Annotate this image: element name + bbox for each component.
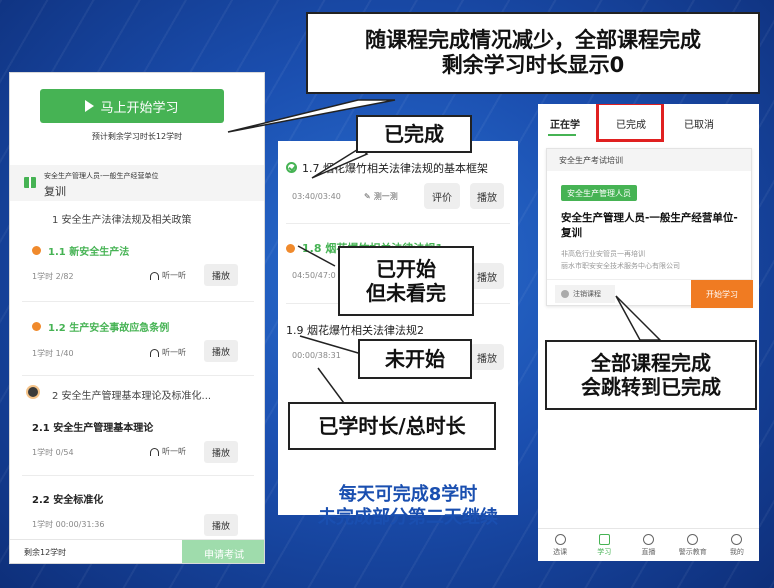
tab-cancelled[interactable]: 已取消 bbox=[684, 116, 714, 131]
lesson-list-panel: 1.7 烟花爆竹相关法律法规的基本框架 03:40/03:40 ✎ 测一测 评价 … bbox=[278, 141, 518, 515]
cancel-course-button[interactable]: 注销课程 bbox=[555, 285, 615, 303]
chapter-2-title[interactable]: 2 安全生产管理基本理论及标准化... bbox=[52, 387, 211, 402]
lesson-1-7-test[interactable]: ✎ 测一测 bbox=[364, 191, 398, 202]
nav-mine[interactable]: 我的 bbox=[715, 529, 759, 561]
active-tab-indicator bbox=[548, 134, 576, 136]
course-tag: 安全生产管理人员 bbox=[561, 185, 637, 201]
daily-limit-caption: 每天可完成8学时 未完成部分第二天继续 bbox=[318, 484, 498, 528]
bottom-bar: 剩余12学时 申请考试 bbox=[10, 539, 264, 563]
divider bbox=[286, 223, 510, 224]
course-section-title: 安全生产管理人员-一般生产经营单位 bbox=[44, 172, 159, 180]
apply-exam-button[interactable]: 申请考试 bbox=[182, 540, 264, 563]
course-card[interactable]: 安全生产考试培训 安全生产管理人员 安全生产管理人员-一般生产经营单位-复训 非… bbox=[546, 148, 753, 308]
lesson-1-1-meta: 1学时 2/82 bbox=[32, 272, 74, 281]
course-section-subtitle: 复训 bbox=[44, 185, 66, 198]
not-started-callout: 未开始 bbox=[358, 339, 472, 379]
course-card-footer: 注销课程 开始学习 bbox=[547, 279, 753, 308]
lesson-1-7-title[interactable]: 1.7 烟花爆竹相关法律法规的基本框架 bbox=[302, 160, 488, 176]
lesson-1-9-title[interactable]: 1.9 烟花爆竹相关法律法规2 bbox=[286, 322, 424, 338]
headphones-icon bbox=[150, 348, 159, 357]
in-progress-dot-icon bbox=[32, 322, 41, 331]
lesson-2-1-meta: 1学时 0/54 bbox=[32, 448, 74, 457]
lesson-1-2-listen[interactable]: 听一听 bbox=[150, 347, 186, 358]
lesson-1-7-rate-button[interactable]: 评价 bbox=[424, 183, 460, 209]
divider bbox=[22, 301, 254, 302]
lesson-1-9-play-button[interactable]: 播放 bbox=[470, 344, 504, 370]
course-card-header: 安全生产考试培训 bbox=[547, 149, 751, 171]
my-courses-panel: 正在学 已完成 已取消 安全生产考试培训 安全生产管理人员 安全生产管理人员-一… bbox=[538, 104, 759, 561]
compass-icon bbox=[554, 533, 566, 545]
book-icon bbox=[598, 533, 610, 545]
play-icon bbox=[85, 100, 95, 112]
completed-callout: 已完成 bbox=[356, 115, 472, 153]
divider bbox=[22, 375, 254, 376]
remaining-time-callout: 随课程完成情况减少，全部课程完成 剩余学习时长显示0 bbox=[306, 12, 760, 94]
start-learning-button[interactable]: 马上开始学习 bbox=[40, 89, 224, 123]
lesson-2-1-listen[interactable]: 听一听 bbox=[150, 446, 186, 457]
close-icon bbox=[561, 290, 569, 298]
divider bbox=[22, 475, 254, 476]
lesson-2-2-title[interactable]: 2.2 安全标准化 bbox=[32, 491, 103, 506]
course-card-title: 安全生产管理人员-一般生产经营单位-复训 bbox=[561, 212, 738, 240]
lesson-2-1-title[interactable]: 2.1 安全生产管理基本理论 bbox=[32, 419, 153, 434]
lesson-1-8-time: 04:50/47:0 bbox=[292, 271, 336, 280]
nav-choose-course[interactable]: 选课 bbox=[538, 529, 582, 561]
start-learning-button[interactable]: 开始学习 bbox=[691, 280, 753, 308]
lesson-1-9-time: 00:00/38:31 bbox=[292, 351, 341, 360]
course-detail-panel: 马上开始学习 预计剩余学习时长12学时 安全生产管理人员-一般生产经营单位 复训… bbox=[9, 72, 265, 564]
lesson-1-8-play-button[interactable]: 播放 bbox=[470, 263, 504, 289]
in-progress-dot-icon bbox=[286, 244, 295, 253]
course-section-header: 安全生产管理人员-一般生产经营单位 复训 bbox=[10, 165, 264, 201]
lesson-1-7-time: 03:40/03:40 bbox=[292, 192, 341, 201]
jump-to-completed-callout: 全部课程完成 会跳转到已完成 bbox=[545, 340, 757, 410]
bottom-nav: 选课 学习 直播 警示教育 我的 bbox=[538, 528, 759, 561]
avatar bbox=[26, 385, 40, 399]
nav-warning-education[interactable]: 警示教育 bbox=[671, 529, 715, 561]
completed-tab-highlight bbox=[596, 104, 664, 142]
lesson-1-1-listen[interactable]: 听一听 bbox=[150, 270, 186, 281]
remaining-hours-hint: 预计剩余学习时长12学时 bbox=[91, 132, 183, 141]
tab-learning[interactable]: 正在学 bbox=[550, 116, 580, 131]
user-icon bbox=[731, 533, 743, 545]
lesson-1-1-play-button[interactable]: 播放 bbox=[204, 264, 238, 286]
lesson-1-2-play-button[interactable]: 播放 bbox=[204, 340, 238, 362]
remaining-hours: 剩余12学时 bbox=[24, 548, 67, 557]
book-icon bbox=[24, 177, 36, 188]
in-progress-dot-icon bbox=[32, 246, 41, 255]
lesson-2-1-play-button[interactable]: 播放 bbox=[204, 441, 238, 463]
lesson-1-1-title[interactable]: 1.1 新安全生产法 bbox=[48, 243, 129, 258]
play-circle-icon bbox=[643, 533, 654, 545]
lesson-2-2-play-button[interactable]: 播放 bbox=[204, 514, 238, 536]
headphones-icon bbox=[150, 447, 159, 456]
pencil-icon: ✎ bbox=[364, 192, 371, 201]
lesson-2-2-meta: 1学时 00:00/31:36 bbox=[32, 520, 105, 529]
flame-icon bbox=[687, 533, 699, 545]
lesson-1-2-title[interactable]: 1.2 生产安全事故应急条例 bbox=[48, 319, 169, 334]
course-card-desc: 非高危行业安管员一再培训 bbox=[561, 250, 645, 258]
nav-study[interactable]: 学习 bbox=[582, 529, 626, 561]
course-card-org: 丽水市职安安全技术服务中心有限公司 bbox=[561, 262, 680, 270]
lesson-1-7-play-button[interactable]: 播放 bbox=[470, 183, 504, 209]
lesson-1-2-meta: 1学时 1/40 bbox=[32, 349, 74, 358]
completed-check-icon bbox=[286, 162, 297, 173]
headphones-icon bbox=[150, 271, 159, 280]
started-callout: 已开始 但未看完 bbox=[338, 246, 474, 316]
time-format-callout: 已学时长/总时长 bbox=[288, 402, 496, 450]
nav-live[interactable]: 直播 bbox=[626, 529, 670, 561]
chapter-1-title[interactable]: 1 安全生产法律法规及相关政策 bbox=[52, 211, 192, 226]
